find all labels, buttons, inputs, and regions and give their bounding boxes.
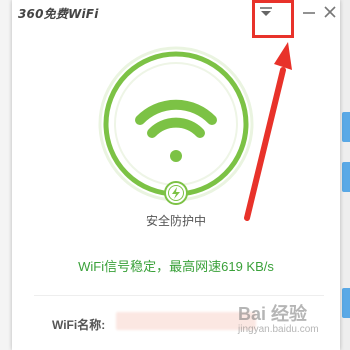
watermark-url: jingyan.baidu.com	[238, 324, 319, 335]
minimize-icon	[303, 12, 315, 14]
close-button[interactable]	[320, 2, 340, 22]
inner-ring	[114, 62, 238, 186]
app-logo-wifi: WiFi	[68, 7, 99, 21]
wifi-name-label: WiFi名称:	[52, 318, 106, 332]
annotation-highlight-box	[252, 0, 294, 38]
progress-ring	[103, 51, 249, 197]
outer-ring	[98, 46, 254, 202]
background-strip-left	[0, 0, 12, 350]
minimize-button[interactable]	[299, 2, 319, 22]
watermark-brand: Bai 经验	[238, 304, 308, 324]
wifi-name-value-redacted	[116, 312, 256, 330]
lightning-shield-icon	[164, 181, 188, 205]
wifi-status-graphic	[98, 42, 292, 221]
app-logo: 360免费WiFi	[18, 5, 99, 22]
annotation-arrow	[244, 42, 292, 221]
baidu-jingyan-watermark: Bai 经验 jingyan.baidu.com	[238, 300, 348, 340]
side-tab	[342, 162, 350, 192]
wifi-speed-status: WiFi信号稳定，最高网速619 KB/s	[78, 259, 274, 274]
close-icon	[324, 6, 336, 18]
protection-status-label: 安全防护中	[145, 214, 206, 228]
background-strip-right	[340, 0, 350, 350]
divider	[34, 295, 324, 296]
app-logo-text: 360免费	[18, 7, 69, 21]
wifi-app-window: 360免费WiFi 安全防护中 WiFi信号稳定，最高网速619 KB/s Wi…	[12, 0, 340, 350]
side-tab	[342, 112, 350, 142]
wifi-signal-icon	[135, 99, 217, 162]
